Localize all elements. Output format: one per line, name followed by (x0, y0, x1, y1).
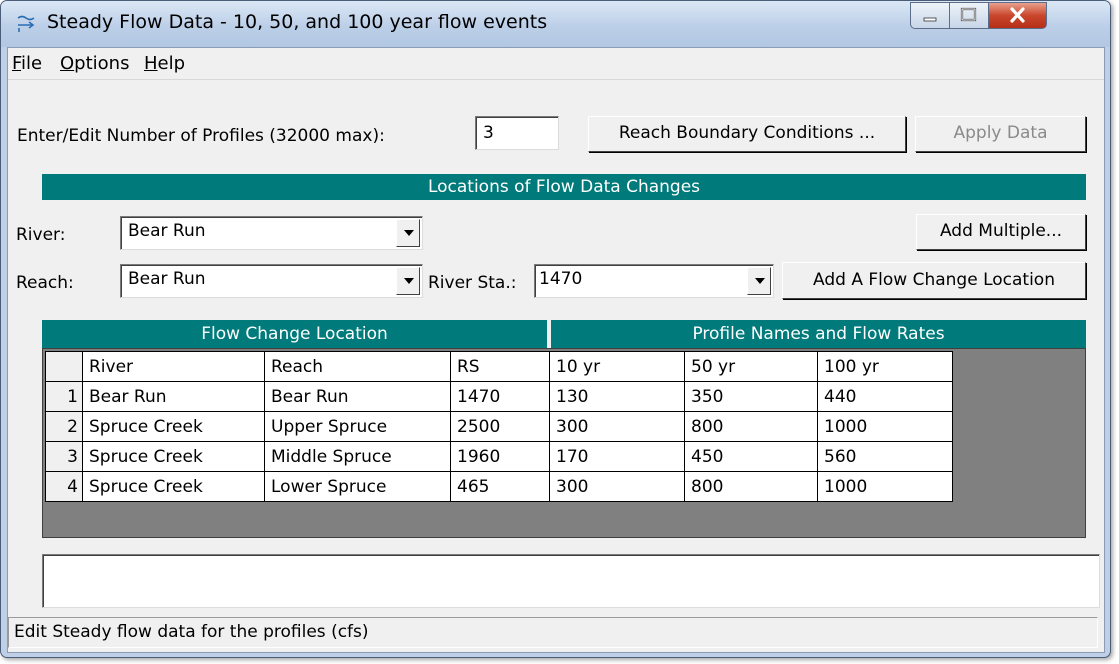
cell-100yr[interactable]: 560 (817, 441, 953, 472)
flow-change-location-header: Flow Change Location (42, 320, 547, 348)
cell-50yr[interactable]: 450 (684, 441, 818, 472)
row-number: 4 (45, 471, 83, 502)
cell-reach[interactable]: Upper Spruce (264, 411, 451, 442)
river-dropdown[interactable]: Bear Run (120, 216, 423, 250)
table-row: 4 Spruce Creek Lower Spruce 465 300 800 … (45, 471, 953, 502)
close-icon (1010, 7, 1025, 23)
cell-100yr[interactable]: 440 (817, 381, 953, 412)
table-row: 3 Spruce Creek Middle Spruce 1960 170 45… (45, 441, 953, 472)
menu-file[interactable]: File (12, 53, 42, 74)
row-number: 1 (45, 381, 83, 412)
reach-label: Reach: (16, 273, 74, 293)
cell-50yr[interactable]: 800 (684, 411, 818, 442)
cell-rs[interactable]: 2500 (450, 411, 550, 442)
cell-10yr[interactable]: 170 (549, 441, 685, 472)
river-value: Bear Run (128, 221, 206, 241)
row-number: 3 (45, 441, 83, 472)
cell-rs[interactable]: 1470 (450, 381, 550, 412)
cell-rs[interactable]: 465 (450, 471, 550, 502)
river-station-value: 1470 (539, 269, 583, 289)
row-number-header (45, 351, 83, 382)
column-header[interactable]: 100 yr (817, 351, 953, 382)
cell-reach[interactable]: Lower Spruce (264, 471, 451, 502)
dropdown-arrow-icon[interactable] (747, 267, 771, 295)
menu-options[interactable]: Options (60, 53, 129, 74)
status-text: Edit Steady flow data for the profiles (… (14, 622, 369, 642)
minimize-icon (923, 17, 937, 22)
column-header[interactable]: Reach (264, 351, 451, 382)
profiles-count-value: 3 (483, 123, 494, 143)
add-flow-change-location-button[interactable]: Add A Flow Change Location (782, 262, 1086, 299)
maximize-button[interactable] (949, 2, 989, 29)
reach-dropdown[interactable]: Bear Run (120, 264, 423, 298)
description-box[interactable] (42, 554, 1100, 608)
column-header[interactable]: River (82, 351, 265, 382)
river-label: River: (16, 225, 66, 245)
cell-10yr[interactable]: 130 (549, 381, 685, 412)
menu-bar: File Options Help (8, 48, 1104, 80)
column-header[interactable]: RS (450, 351, 550, 382)
table-row: 1 Bear Run Bear Run 1470 130 350 440 (45, 381, 953, 412)
river-station-label: River Sta.: (428, 273, 517, 293)
cell-river[interactable]: Spruce Creek (82, 411, 265, 442)
cell-50yr[interactable]: 350 (684, 381, 818, 412)
profile-names-header: Profile Names and Flow Rates (551, 320, 1086, 348)
cell-100yr[interactable]: 1000 (817, 411, 953, 442)
title-bar[interactable]: Steady Flow Data - 10, 50, and 100 year … (1, 1, 1110, 47)
profiles-count-input[interactable]: 3 (475, 116, 559, 150)
reach-value: Bear Run (128, 269, 206, 289)
table-row: 2 Spruce Creek Upper Spruce 2500 300 800… (45, 411, 953, 442)
close-button[interactable] (988, 2, 1047, 29)
cell-reach[interactable]: Middle Spruce (264, 441, 451, 472)
maximize-icon (960, 7, 977, 22)
profiles-label: Enter/Edit Number of Profiles (32000 max… (17, 126, 385, 146)
cell-10yr[interactable]: 300 (549, 411, 685, 442)
column-header[interactable]: 50 yr (684, 351, 818, 382)
dropdown-arrow-icon[interactable] (396, 219, 420, 247)
flow-table: River Reach RS 10 yr 50 yr 100 yr 1 Bear… (45, 351, 953, 502)
window: Steady Flow Data - 10, 50, and 100 year … (0, 0, 1111, 658)
cell-100yr[interactable]: 1000 (817, 471, 953, 502)
reach-boundary-conditions-button[interactable]: Reach Boundary Conditions ... (588, 116, 906, 152)
locations-header: Locations of Flow Data Changes (42, 174, 1086, 200)
table-header-row: River Reach RS 10 yr 50 yr 100 yr (45, 351, 953, 382)
cell-river[interactable]: Bear Run (82, 381, 265, 412)
river-station-dropdown[interactable]: 1470 (534, 264, 774, 298)
dropdown-arrow-icon[interactable] (396, 267, 420, 295)
row-number: 2 (45, 411, 83, 442)
minimize-button[interactable] (910, 2, 950, 29)
app-icon (17, 15, 35, 32)
client-area: File Options Help Enter/Edit Number of P… (7, 47, 1105, 653)
status-bar: Edit Steady flow data for the profiles (… (8, 617, 1098, 648)
cell-10yr[interactable]: 300 (549, 471, 685, 502)
cell-reach[interactable]: Bear Run (264, 381, 451, 412)
menu-help[interactable]: Help (144, 53, 185, 74)
cell-50yr[interactable]: 800 (684, 471, 818, 502)
cell-river[interactable]: Spruce Creek (82, 441, 265, 472)
window-title: Steady Flow Data - 10, 50, and 100 year … (47, 11, 548, 33)
cell-river[interactable]: Spruce Creek (82, 471, 265, 502)
apply-data-button[interactable]: Apply Data (915, 116, 1086, 152)
cell-rs[interactable]: 1960 (450, 441, 550, 472)
add-multiple-button[interactable]: Add Multiple... (916, 214, 1086, 250)
flow-data-grid[interactable]: River Reach RS 10 yr 50 yr 100 yr 1 Bear… (42, 348, 1086, 538)
column-header[interactable]: 10 yr (549, 351, 685, 382)
